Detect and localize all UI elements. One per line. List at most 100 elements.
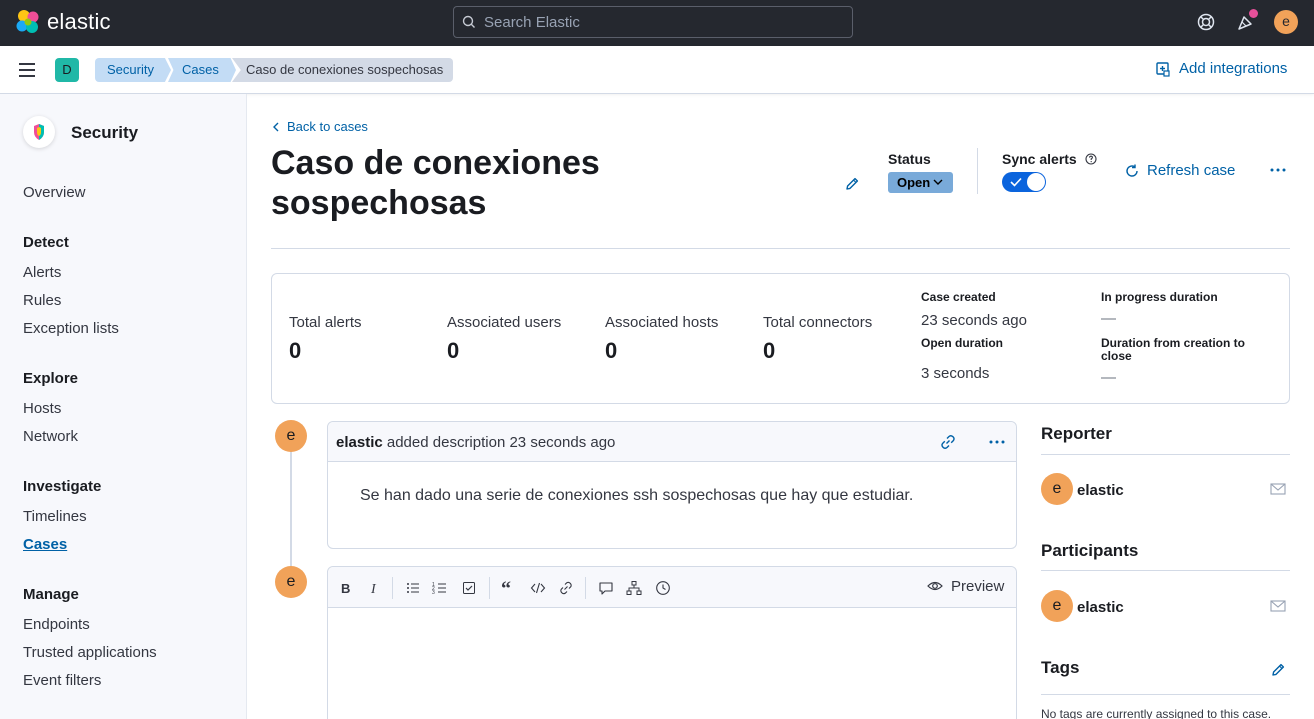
ordered-list-icon[interactable]: 123 <box>432 580 448 596</box>
add-integration-icon <box>1156 62 1170 77</box>
metric-associated-users-value: 0 <box>447 338 460 363</box>
sidebar-item-hosts[interactable]: Hosts <box>23 400 61 417</box>
chevron-left-icon <box>273 122 279 132</box>
security-shield-icon <box>34 124 44 140</box>
unordered-list-icon[interactable] <box>405 580 421 596</box>
breadcrumb-current-case: Caso de conexiones sospechosas <box>232 58 453 82</box>
metric-total-connectors-label: Total connectors <box>763 314 873 331</box>
participant-mail-icon[interactable] <box>1270 599 1286 613</box>
quote-icon[interactable]: “ <box>501 580 517 596</box>
comment-bubble-icon[interactable] <box>598 580 614 596</box>
markdown-toolbar: B I 123 “ Preview <box>328 567 1016 608</box>
participants-title: Participants <box>1041 541 1139 560</box>
reporter-rule <box>1041 454 1290 455</box>
italic-icon[interactable]: I <box>366 580 382 596</box>
sidebar-item-endpoints[interactable]: Endpoints <box>23 616 90 633</box>
elastic-logo-icon[interactable] <box>15 9 41 35</box>
metric-associated-hosts-label: Associated hosts <box>605 314 719 331</box>
code-icon[interactable] <box>530 580 546 596</box>
top-header: elastic e <box>0 0 1314 46</box>
svg-text:I: I <box>370 582 377 596</box>
case-metrics-panel: Total alerts 0 Associated users 0 Associ… <box>271 273 1290 404</box>
help-lifebuoy-icon[interactable] <box>1196 12 1216 32</box>
sidebar-heading-manage: Manage <box>23 586 79 603</box>
case-created-value: 23 seconds ago <box>921 312 1027 329</box>
sidebar-heading-explore: Explore <box>23 370 79 387</box>
reporter-title: Reporter <box>1041 424 1112 443</box>
user-avatar[interactable]: e <box>1274 10 1298 34</box>
bold-icon[interactable]: B <box>337 580 353 596</box>
edit-title-pencil-icon[interactable] <box>844 176 860 192</box>
sidebar-item-event-filters[interactable]: Event filters <box>23 672 101 689</box>
comment-time: 23 seconds ago <box>509 434 616 451</box>
sidebar-item-alerts[interactable]: Alerts <box>23 264 61 281</box>
breadcrumb-security[interactable]: Security <box>95 58 171 82</box>
check-icon <box>1010 177 1022 187</box>
link-icon[interactable] <box>558 580 574 596</box>
timeline-insert-icon[interactable] <box>655 580 671 596</box>
comment-author-avatar: e <box>275 420 307 452</box>
sidebar-title: Security <box>71 123 139 142</box>
metric-total-alerts-label: Total alerts <box>289 314 362 331</box>
sidebar-item-timelines[interactable]: Timelines <box>23 508 87 525</box>
header-divider <box>977 148 978 194</box>
toolbar-separator <box>489 577 490 599</box>
security-app-logo <box>23 116 55 148</box>
tags-rule <box>1041 694 1290 695</box>
metric-associated-users-label: Associated users <box>447 314 562 331</box>
page-title: Caso de conexiones sospechosas <box>271 144 600 222</box>
comment-more-actions-icon[interactable] <box>988 434 1006 450</box>
sync-alerts-toggle[interactable] <box>1002 172 1046 192</box>
sidebar-item-exception-lists[interactable]: Exception lists <box>23 320 119 337</box>
question-circle-icon[interactable] <box>1085 153 1097 165</box>
more-actions-icon[interactable] <box>1269 162 1287 178</box>
case-created-label: Case created <box>921 290 996 304</box>
svg-text:“: “ <box>501 580 511 596</box>
brand-name[interactable]: elastic <box>47 9 111 35</box>
breadcrumb-bar: D Security Cases Caso de conexiones sosp… <box>0 46 1314 94</box>
toolbar-separator <box>585 577 586 599</box>
comment-action: added description <box>386 434 506 451</box>
chevron-down-icon <box>933 179 943 185</box>
comment-author[interactable]: elastic <box>336 434 383 451</box>
sidebar-item-trusted-applications[interactable]: Trusted applications <box>23 644 157 661</box>
preview-label: Preview <box>951 578 1005 595</box>
header-rule <box>271 248 1290 249</box>
status-label: Status <box>888 151 931 167</box>
space-selector[interactable]: D <box>55 58 79 82</box>
visualization-icon[interactable] <box>626 580 642 596</box>
metric-total-connectors-value: 0 <box>763 338 776 363</box>
task-list-icon[interactable] <box>461 580 477 596</box>
in-progress-duration-value: — <box>1101 310 1116 327</box>
status-dropdown[interactable]: Open <box>888 172 953 193</box>
sidebar-item-cases[interactable]: Cases <box>23 536 67 553</box>
creation-to-close-label: Duration from creation to close <box>1101 336 1246 363</box>
in-progress-duration-label: In progress duration <box>1101 290 1218 304</box>
tags-empty-message: No tags are currently assigned to this c… <box>1041 707 1272 719</box>
refresh-icon <box>1126 164 1138 177</box>
copy-link-icon[interactable] <box>939 433 957 451</box>
sync-alerts-label: Sync alerts <box>1002 151 1077 167</box>
timeline-connector <box>290 450 292 568</box>
menu-toggle-icon[interactable] <box>19 63 35 77</box>
reporter-avatar: e <box>1041 473 1073 505</box>
eye-icon <box>927 581 943 591</box>
sidebar-item-network[interactable]: Network <box>23 428 78 445</box>
edit-tags-pencil-icon[interactable] <box>1270 662 1286 678</box>
back-to-cases-label: Back to cases <box>287 119 368 134</box>
sidebar-heading-investigate: Investigate <box>23 478 102 495</box>
sidebar-item-overview[interactable]: Overview <box>23 184 86 201</box>
sidebar-item-rules[interactable]: Rules <box>23 292 61 309</box>
breadcrumb-cases[interactable]: Cases <box>168 58 236 82</box>
description-comment: elastic added description 23 seconds ago… <box>327 421 1017 549</box>
global-search[interactable] <box>453 6 853 38</box>
search-input[interactable] <box>484 7 844 37</box>
notification-dot <box>1249 9 1258 18</box>
comment-editor[interactable]: B I 123 “ Preview <box>327 566 1017 719</box>
open-duration-label: Open duration <box>921 336 1003 350</box>
refresh-case-label: Refresh case <box>1147 162 1236 179</box>
reporter-mail-icon[interactable] <box>1270 482 1286 496</box>
metric-total-alerts-value: 0 <box>289 338 302 363</box>
toolbar-separator <box>392 577 393 599</box>
svg-text:3: 3 <box>432 590 435 596</box>
